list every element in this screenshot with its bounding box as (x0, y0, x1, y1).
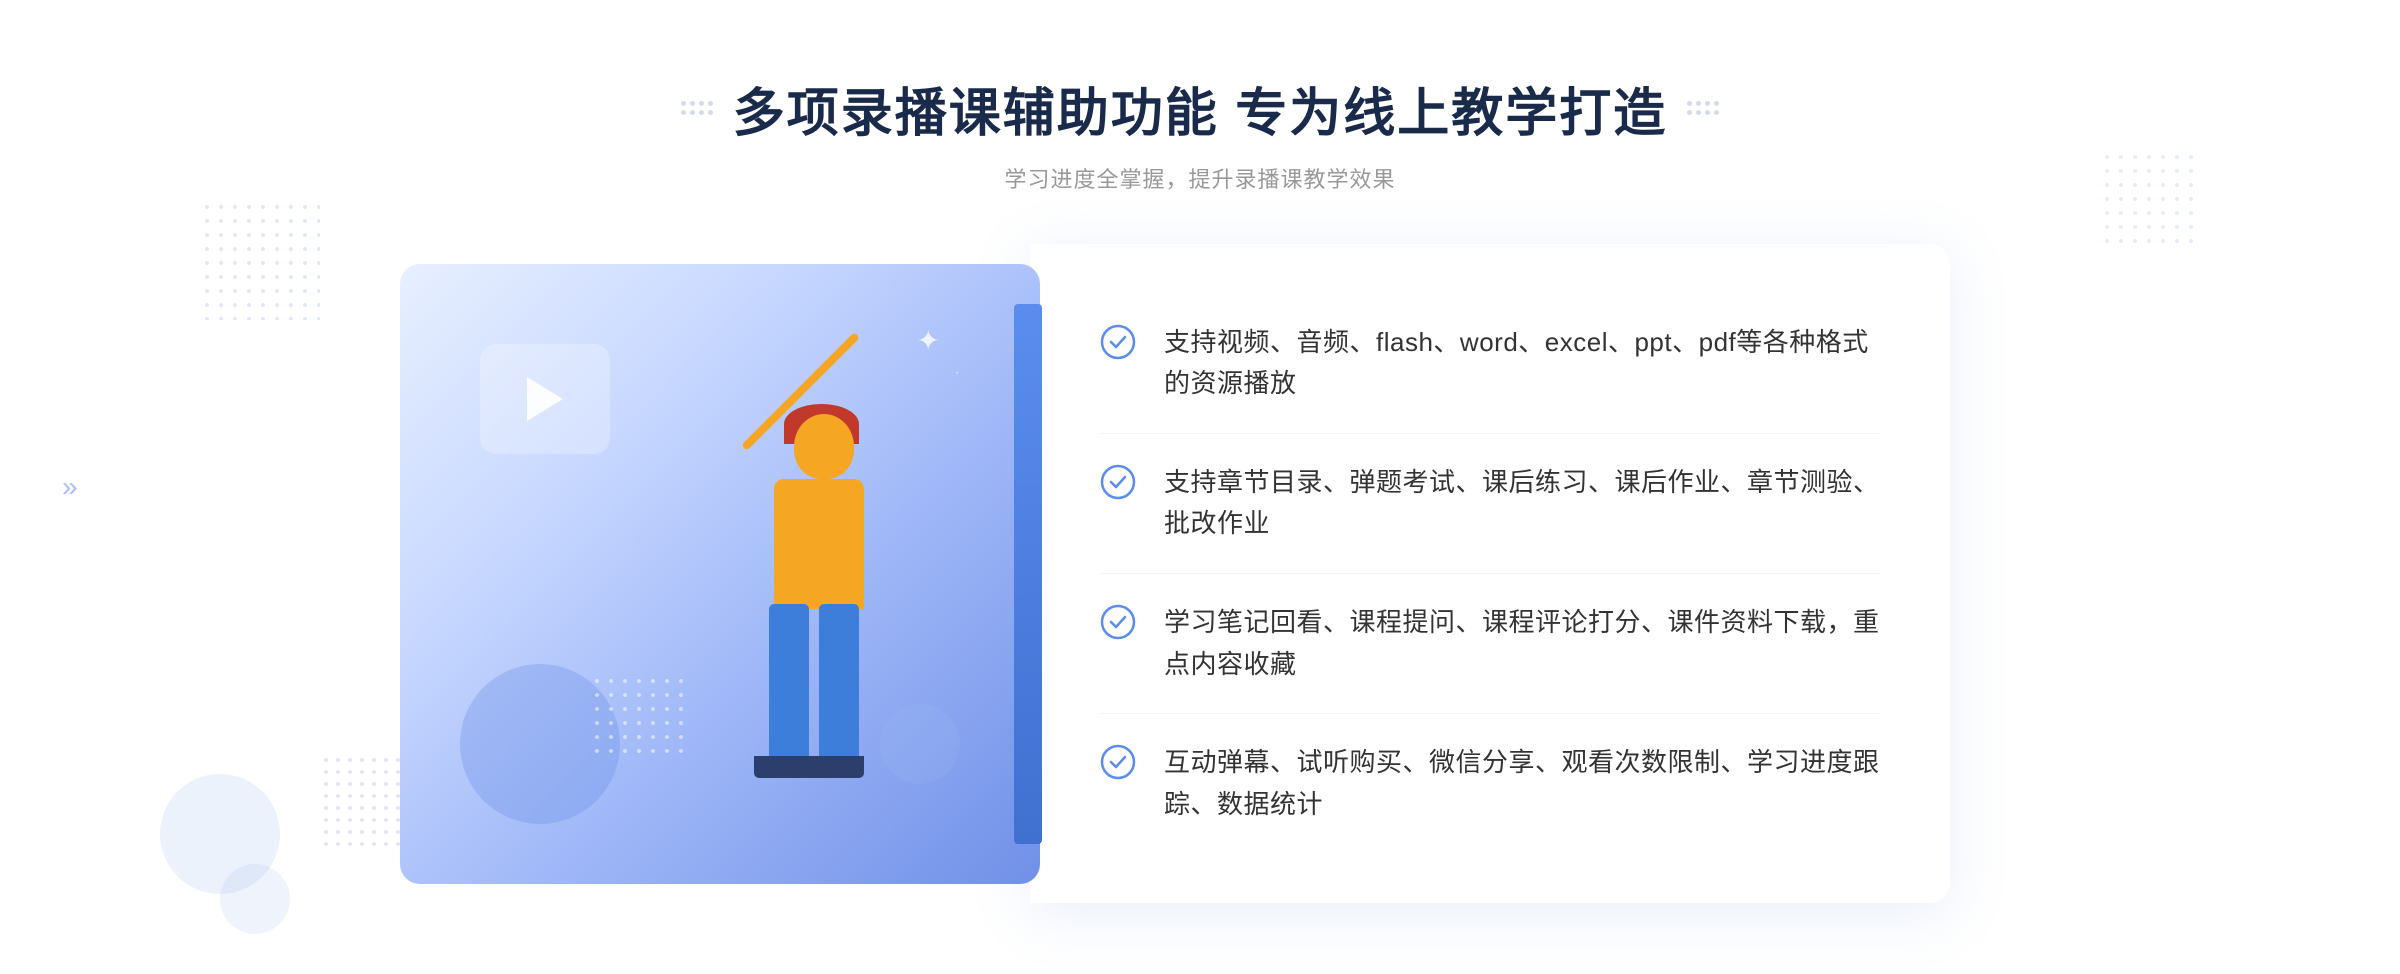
left-arrows-decoration: » (62, 473, 78, 501)
feature-item-1: 支持视频、音频、flash、word、excel、ppt、pdf等各种格式的资源… (1100, 294, 1880, 434)
feature-item-3: 学习笔记回看、课程提问、课程评论打分、课件资料下载，重点内容收藏 (1100, 574, 1880, 714)
dots-decoration-bottom (320, 754, 400, 854)
feature-item-2: 支持章节目录、弹题考试、课后练习、课后作业、章节测验、批改作业 (1100, 434, 1880, 574)
sparkle-icon: ✦ (917, 324, 940, 357)
feature-item-4: 互动弹幕、试听购买、微信分享、观看次数限制、学习进度跟踪、数据统计 (1100, 714, 1880, 853)
play-icon (527, 377, 563, 421)
feature-text-1: 支持视频、音频、flash、word、excel、ppt、pdf等各种格式的资源… (1164, 322, 1880, 405)
feature-text-3: 学习笔记回看、课程提问、课程评论打分、课件资料下载，重点内容收藏 (1164, 602, 1880, 685)
sub-title: 学习进度全掌握，提升录播课教学效果 (681, 162, 1719, 194)
illustration-card: ✦ · (400, 264, 1040, 884)
chevron-arrow-icon: » (62, 473, 78, 501)
main-title: 多项录播课辅助功能 专为线上教学打造 (733, 71, 1667, 146)
feature-text-4: 互动弹幕、试听购买、微信分享、观看次数限制、学习进度跟踪、数据统计 (1164, 742, 1880, 825)
play-bubble (480, 344, 610, 454)
check-circle-icon-3 (1100, 604, 1136, 640)
blue-stripe-decoration (1014, 304, 1042, 844)
title-section: 多项录播课辅助功能 专为线上教学打造 学习进度全掌握，提升录播课教学效果 (681, 71, 1719, 194)
person-leg-right (819, 604, 859, 764)
features-panel: 支持视频、音频、flash、word、excel、ppt、pdf等各种格式的资源… (1030, 244, 1950, 904)
page-circle-2 (220, 864, 290, 934)
person-figure (664, 384, 944, 884)
check-circle-icon-2 (1100, 464, 1136, 500)
person-shoe-right (804, 756, 864, 778)
dots-decoration-right (2100, 150, 2200, 250)
feature-text-2: 支持章节目录、弹题考试、课后练习、课后作业、章节测验、批改作业 (1164, 462, 1880, 545)
person-body (774, 479, 864, 609)
person-leg-left (769, 604, 809, 764)
title-decorators: 多项录播课辅助功能 专为线上教学打造 (681, 71, 1719, 146)
person-head (794, 414, 854, 479)
title-dots-left (681, 101, 713, 115)
check-circle-icon-4 (1100, 744, 1136, 780)
page-container: » 多项录播课辅助功能 专为线上教学打造 (0, 0, 2400, 974)
title-dots-right (1687, 101, 1719, 115)
dots-decoration-left (200, 200, 320, 320)
content-area: ✦ · (400, 244, 2000, 904)
check-circle-icon-1 (1100, 324, 1136, 360)
sparkle-small-icon: · (955, 364, 960, 382)
